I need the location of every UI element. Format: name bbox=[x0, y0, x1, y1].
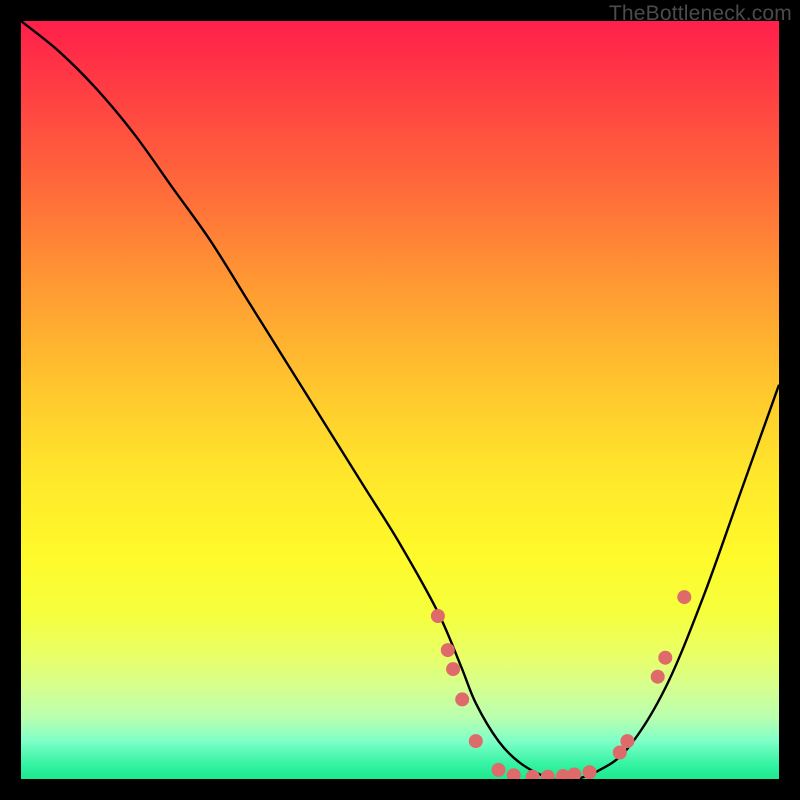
highlight-dot bbox=[583, 765, 597, 779]
highlight-dot bbox=[431, 609, 445, 623]
highlight-dot bbox=[507, 768, 521, 779]
chart-plot-area bbox=[21, 21, 779, 779]
chart-svg bbox=[21, 21, 779, 779]
highlight-dot bbox=[492, 763, 506, 777]
highlight-dot bbox=[446, 662, 460, 676]
highlight-dot bbox=[469, 734, 483, 748]
highlight-dot bbox=[567, 768, 581, 780]
highlight-dot bbox=[658, 651, 672, 665]
highlight-dot bbox=[441, 643, 455, 657]
highlight-dot bbox=[541, 770, 555, 779]
highlight-dot bbox=[613, 746, 627, 760]
bottleneck-curve bbox=[21, 21, 779, 779]
curve-highlight-dots bbox=[431, 590, 691, 779]
highlight-dot bbox=[677, 590, 691, 604]
highlight-dot bbox=[526, 770, 540, 779]
highlight-dot bbox=[651, 670, 665, 684]
highlight-dot bbox=[455, 692, 469, 706]
watermark-text: TheBottleneck.com bbox=[609, 2, 792, 26]
highlight-dot bbox=[620, 734, 634, 748]
